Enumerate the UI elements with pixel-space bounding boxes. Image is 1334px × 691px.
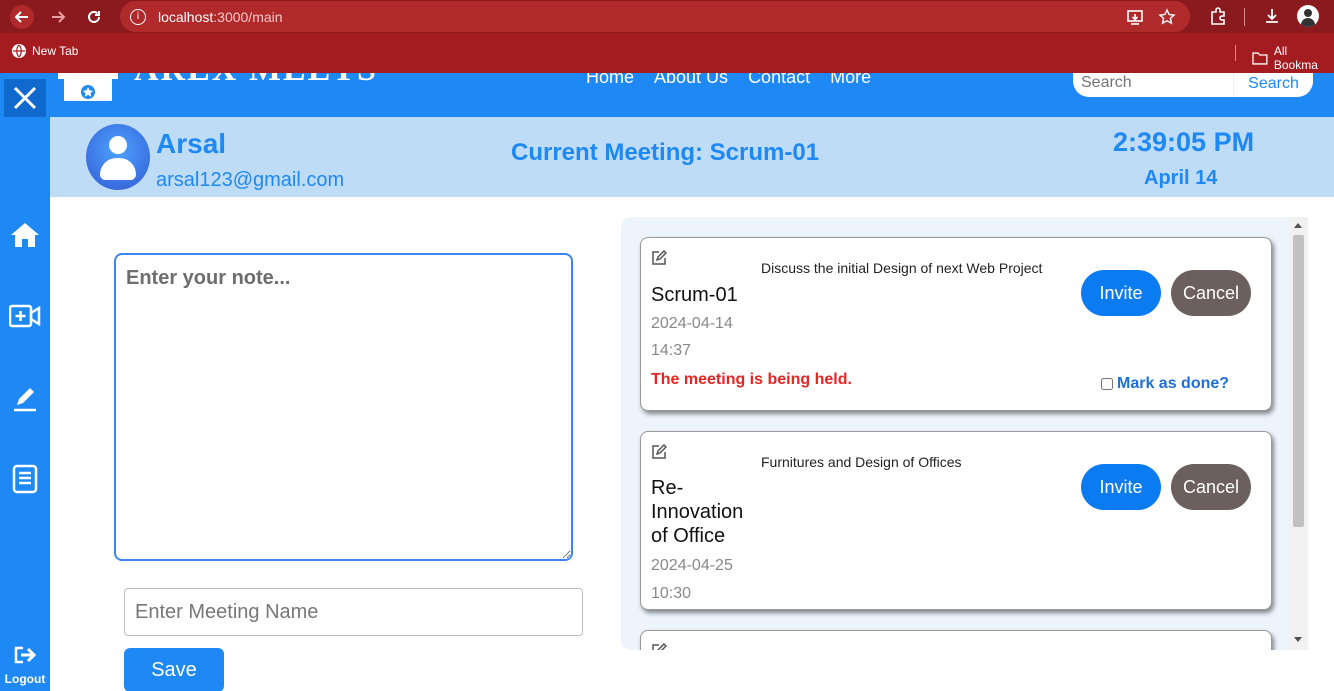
bookmarks-bar [0,33,1334,73]
document-icon [12,464,38,494]
meeting-name-input[interactable] [124,588,583,636]
scroll-thumb[interactable] [1293,235,1304,527]
pencil-icon [14,388,36,412]
meeting-time: 14:37 [651,342,692,359]
cancel-button[interactable]: Cancel [1171,270,1251,316]
globe-icon [12,44,26,58]
logo[interactable]: AREX MEETS [56,73,378,109]
current-meeting-title: Current Meeting: Scrum-01 [511,139,820,166]
logo-icon [58,73,118,101]
documents-nav-button[interactable] [9,463,41,495]
bookmark-new-tab[interactable]: New Tab [12,44,78,58]
bookmark-divider [1235,45,1236,61]
user-name: Arsal [156,128,227,159]
site-info-icon[interactable]: i [130,8,146,25]
meeting-card [640,630,1272,650]
bookmark-label: New Tab [32,44,79,58]
home-icon [11,223,39,247]
invite-button[interactable]: Invite [1081,464,1161,510]
edit-icon[interactable] [651,250,667,266]
clock-time: 2:39:05 PM [1113,127,1255,157]
meeting-card: Scrum-01 2024-04-14 14:37 Discuss the in… [640,237,1272,411]
edit-icon[interactable] [651,643,667,650]
install-app-icon[interactable] [1126,8,1144,26]
forward-icon[interactable] [46,5,70,29]
reload-icon[interactable] [82,5,106,29]
app-root: Logout AREX MEETS Home About Us Contact … [0,73,1334,691]
bookmark-all-bookmarks[interactable]: All Bookma [1252,44,1334,72]
search-form: Search [1073,73,1313,97]
logout-icon [14,646,37,664]
meeting-time: 10:30 [651,585,692,602]
back-icon[interactable] [10,5,34,29]
user-email: arsal123@gmail.com [156,169,345,191]
meeting-card: Re- Innovation of Office 2024-04-25 10:3… [640,431,1272,610]
main-nav: Home About Us Contact More [586,73,871,88]
nav-contact-link[interactable]: Contact [748,73,810,88]
meeting-title: Re- Innovation of Office [651,476,743,548]
meeting-title-line: Re- [651,477,684,499]
nav-about-link[interactable]: About Us [654,73,728,88]
video-add-icon [9,304,41,328]
toolbar-divider [1244,8,1245,26]
bookmark-label: All Bookma [1273,44,1318,72]
logout-label: Logout [4,672,46,686]
nav-home-link[interactable]: Home [586,73,634,88]
cancel-button[interactable]: Cancel [1171,464,1251,510]
invite-button[interactable]: Invite [1081,270,1161,316]
mark-done-label: Mark as done? [1117,375,1230,392]
notes-nav-button[interactable] [9,383,41,415]
close-icon [13,86,37,110]
extensions-icon[interactable] [1208,6,1228,26]
save-button[interactable]: Save [124,648,224,691]
meeting-title-line: of Office [651,525,726,547]
meeting-description: Furnitures and Design of Offices [761,454,962,470]
search-input[interactable] [1073,73,1233,97]
meeting-date: 2024-04-25 [651,557,733,574]
profile-avatar-icon[interactable] [1297,5,1319,27]
url-host: localhost [158,8,214,25]
bookmark-star-icon[interactable] [1158,8,1176,26]
new-meeting-nav-button[interactable] [9,301,41,333]
user-info-bar: Arsal arsal123@gmail.com Current Meeting… [50,117,1334,197]
note-textarea[interactable] [114,253,573,561]
download-icon[interactable] [1262,6,1282,26]
clock-date: April 14 [1144,167,1218,189]
meetings-scrollbar[interactable] [1289,217,1308,650]
meetings-list: Scrum-01 2024-04-14 14:37 Discuss the in… [621,217,1308,650]
top-header: AREX MEETS Home About Us Contact More Se… [50,73,1334,117]
mark-done-checkbox[interactable] [1101,378,1113,390]
sidebar: Logout [0,73,50,691]
user-avatar [86,124,150,190]
home-nav-button[interactable] [9,219,41,251]
folder-icon [1252,52,1268,65]
address-bar[interactable]: i localhost:3000/main [120,1,1190,32]
logout-button[interactable]: Logout [0,645,50,686]
scroll-down-icon[interactable] [1294,637,1302,642]
edit-icon[interactable] [651,444,667,460]
logo-text: AREX MEETS [134,73,378,89]
meeting-date: 2024-04-14 [651,315,733,332]
meeting-description: Discuss the initial Design of next Web P… [761,260,1043,276]
nav-more-link[interactable]: More [830,73,871,88]
search-button[interactable]: Search [1233,73,1313,97]
scroll-up-icon[interactable] [1294,223,1302,228]
meeting-status: The meeting is being held. [651,371,852,388]
close-sidebar-button[interactable] [4,79,46,117]
meeting-title: Scrum-01 [651,284,738,306]
meeting-title-line: Innovation [651,501,744,523]
mark-done-control[interactable]: Mark as done? [1101,375,1229,393]
url-text: localhost:3000/main [158,9,283,25]
url-path: :3000/main [213,8,283,25]
browser-toolbar: i localhost:3000/main [0,0,1334,33]
